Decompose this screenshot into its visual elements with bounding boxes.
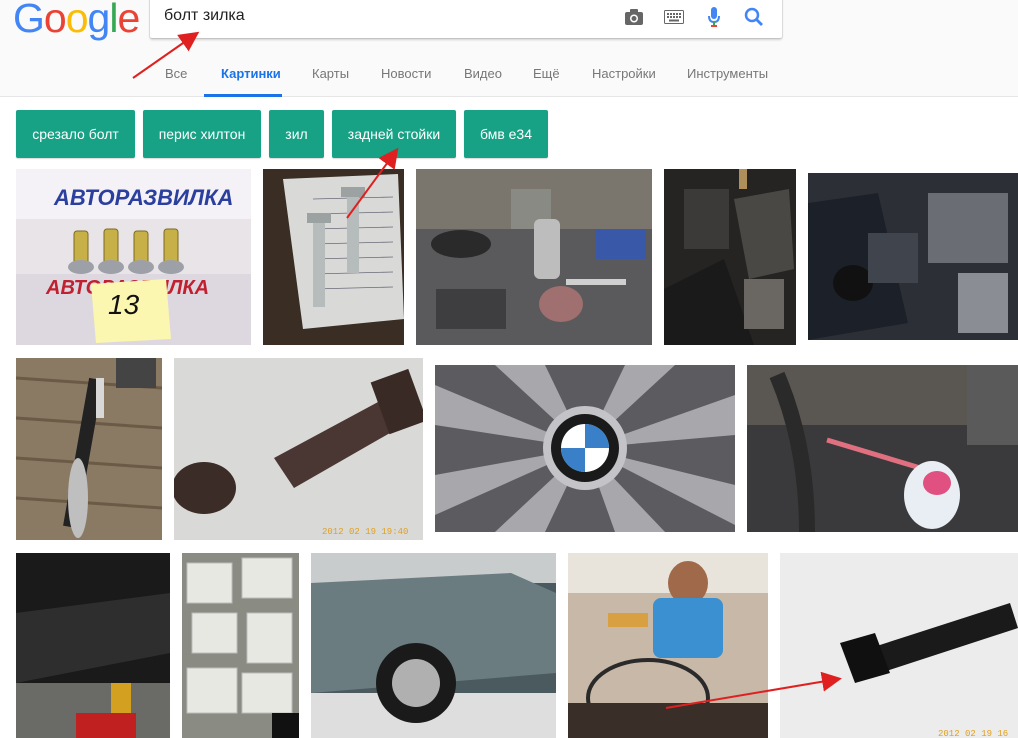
image-result-engine-hoses[interactable] xyxy=(747,365,1018,532)
image-result-threaded-bolt[interactable]: 2012 02 19 19:40 xyxy=(174,358,423,540)
tab-settings[interactable]: Настройки xyxy=(592,66,656,81)
image-result-side-step-bar[interactable] xyxy=(16,358,162,540)
image-result-underbody-jack[interactable] xyxy=(16,553,170,738)
image-result-black-bolt[interactable]: 2012 02 19 16 xyxy=(780,553,1018,738)
microphone-icon[interactable] xyxy=(701,4,727,30)
logo-letter: o xyxy=(65,0,89,41)
image-text: АВТОРАЗВИЛКА xyxy=(53,185,233,210)
image-result-parts-bags[interactable] xyxy=(182,553,299,738)
image-result-bmw-wheel[interactable] xyxy=(435,365,735,532)
image-result-two-bolts-note[interactable] xyxy=(263,169,404,345)
camera-icon[interactable] xyxy=(621,4,647,30)
logo-letter: o xyxy=(43,0,67,41)
chip-paris-hilton[interactable]: перис хилтон xyxy=(143,110,261,158)
image-result-suspension-closeup[interactable] xyxy=(664,169,796,345)
image-result-engine-bay[interactable] xyxy=(808,173,1018,340)
tab-images[interactable]: Картинки xyxy=(221,66,281,81)
image-result-bolts-avtorazvilka[interactable]: АВТОРАЗВИЛКА АВТОРАЗВИЛКА 13 xyxy=(16,169,251,345)
tab-news[interactable]: Новости xyxy=(381,66,431,81)
image-timestamp: 2012 02 19 19:40 xyxy=(322,527,408,537)
image-result-old-car[interactable] xyxy=(311,553,556,738)
logo-letter: G xyxy=(13,0,45,41)
chip-sheared-bolt[interactable]: срезало болт xyxy=(16,110,135,158)
chip-bmw-e34[interactable]: бмв е34 xyxy=(464,110,548,158)
search-box xyxy=(150,0,782,38)
logo-letter: e xyxy=(117,0,140,41)
header: Google Все Картинки Карты Новости Видео … xyxy=(0,0,1018,97)
image-timestamp: 2012 02 19 16 xyxy=(938,729,1008,738)
tab-tools[interactable]: Инструменты xyxy=(687,66,768,81)
logo-letter: l xyxy=(109,0,118,41)
tab-maps[interactable]: Карты xyxy=(312,66,349,81)
tab-all[interactable]: Все xyxy=(165,66,187,81)
search-input[interactable] xyxy=(164,4,594,28)
tab-video[interactable]: Видео xyxy=(464,66,502,81)
tab-more[interactable]: Ещё xyxy=(533,66,560,81)
image-text: 13 xyxy=(108,289,140,320)
chip-zil[interactable]: зил xyxy=(269,110,324,158)
search-icon[interactable] xyxy=(741,4,767,30)
google-images-page: Google Все Картинки Карты Новости Видео … xyxy=(0,0,1018,738)
logo-letter: g xyxy=(87,0,111,41)
google-logo[interactable]: Google xyxy=(13,0,140,42)
image-result-disassembled-parts[interactable] xyxy=(416,169,652,345)
active-tab-indicator xyxy=(204,94,282,97)
image-result-man-with-wheel[interactable] xyxy=(568,553,768,738)
keyboard-icon[interactable] xyxy=(661,4,687,30)
chip-rear-strut[interactable]: задней стойки xyxy=(332,110,456,158)
